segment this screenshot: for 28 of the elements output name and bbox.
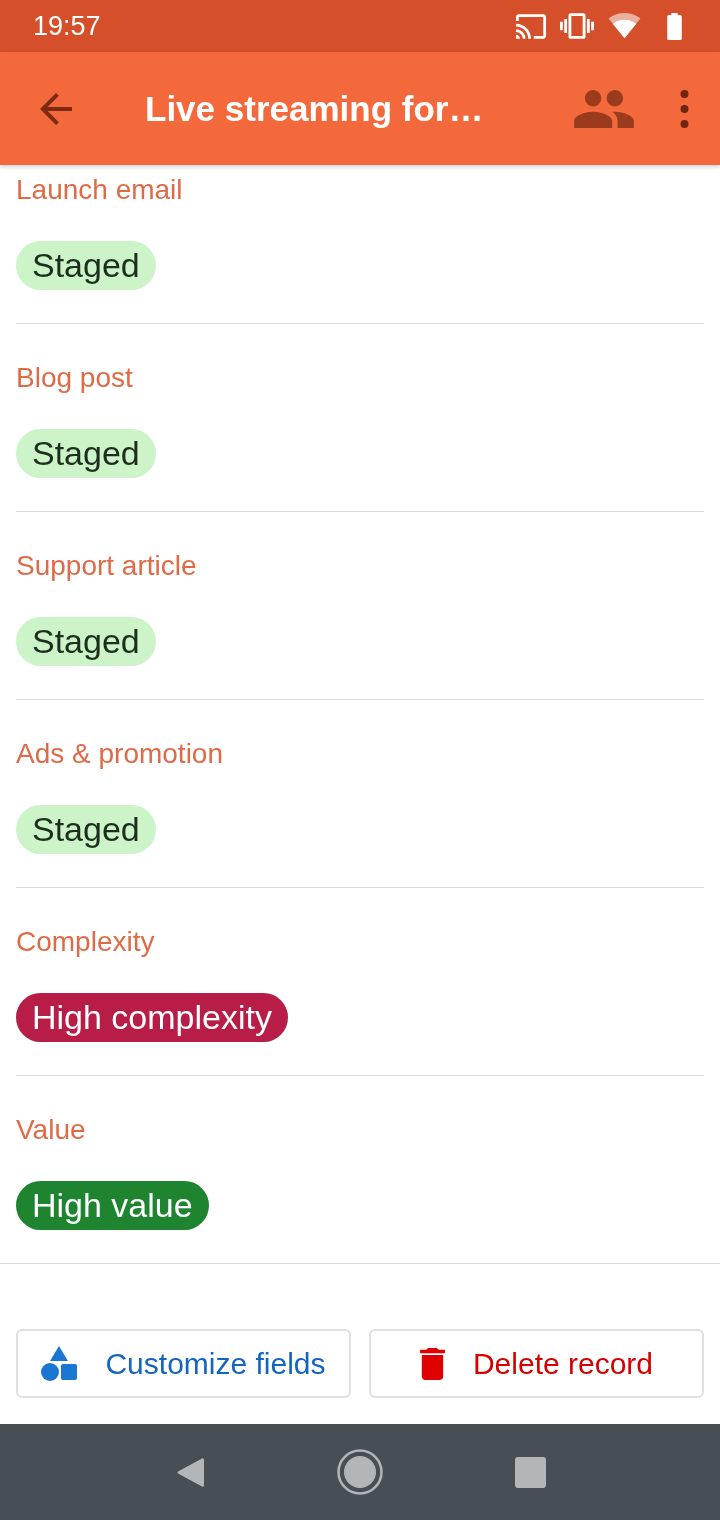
field-label: Launch email <box>16 175 183 205</box>
home-circle-icon <box>337 1449 383 1495</box>
recents-square-icon <box>514 1456 546 1488</box>
field-label: Ads & promotion <box>16 739 223 769</box>
people-icon <box>574 89 634 128</box>
field-label: Support article <box>16 551 197 581</box>
status-tag: Staged <box>16 617 156 666</box>
status-tag: Staged <box>16 241 156 290</box>
back-triangle-icon <box>176 1456 204 1488</box>
status-tag: High value <box>16 1181 209 1230</box>
trash-icon <box>419 1347 445 1380</box>
back-arrow-icon <box>40 92 72 125</box>
delete-record-button[interactable]: Delete record <box>369 1329 704 1398</box>
status-tag: High complexity <box>16 993 288 1042</box>
wifi-icon <box>608 13 641 39</box>
more-vertical-icon <box>679 89 689 128</box>
status-tag: Staged <box>16 429 156 478</box>
field-label: Value <box>16 1115 86 1145</box>
cast-icon <box>516 13 546 39</box>
record-title: Live streaming for… <box>145 88 485 129</box>
field-label: Complexity <box>16 927 155 957</box>
status-time: 19:57 <box>33 10 101 42</box>
battery-icon <box>667 12 682 40</box>
vibrate-icon <box>560 13 594 39</box>
shapes-icon <box>41 1345 78 1382</box>
field-label: Blog post <box>16 363 133 393</box>
customize-fields-button[interactable]: Customize fields <box>16 1329 351 1398</box>
status-tag: Staged <box>16 805 156 854</box>
